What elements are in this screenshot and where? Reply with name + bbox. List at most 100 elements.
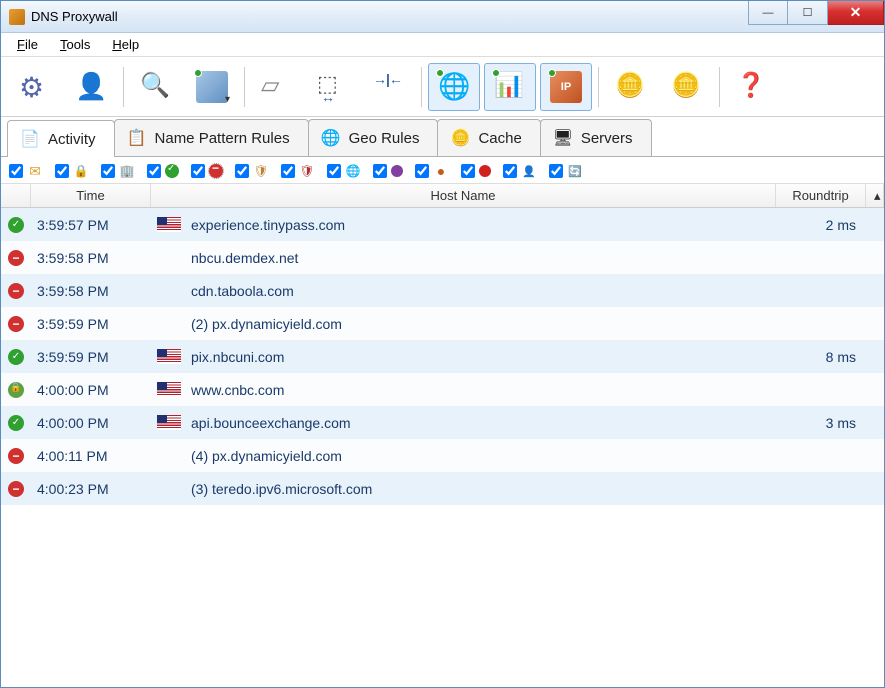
filter-checkbox-1[interactable] bbox=[55, 164, 69, 178]
filter-toggle-4[interactable] bbox=[191, 163, 223, 179]
table-row[interactable]: 4:00:00 PMwww.cnbc.com bbox=[1, 373, 884, 406]
cell-status bbox=[1, 481, 31, 497]
eraser-button[interactable] bbox=[251, 63, 303, 111]
search-icon bbox=[140, 71, 172, 103]
filter-icon-8 bbox=[391, 165, 403, 177]
table-row[interactable]: 3:59:58 PMcdn.taboola.com bbox=[1, 274, 884, 307]
filter-icon-3 bbox=[165, 164, 179, 178]
tab-name-pattern-rules[interactable]: 📋Name Pattern Rules bbox=[114, 119, 309, 156]
window-controls: — ☐ ✕ bbox=[748, 1, 884, 32]
host-name: nbcu.demdex.net bbox=[191, 250, 298, 266]
status-allow-icon bbox=[8, 349, 24, 365]
cell-status bbox=[1, 448, 31, 464]
close-button[interactable]: ✕ bbox=[828, 1, 884, 25]
filter-toggle-8[interactable] bbox=[373, 163, 403, 179]
filter-checkbox-2[interactable] bbox=[101, 164, 115, 178]
monitor-button[interactable] bbox=[186, 63, 238, 111]
cell-status bbox=[1, 217, 31, 233]
filter-toggle-12[interactable] bbox=[549, 163, 583, 179]
filter-checkbox-5[interactable] bbox=[235, 164, 249, 178]
cell-time: 4:00:00 PM bbox=[31, 415, 151, 431]
table-row[interactable]: 4:00:23 PM (3) teredo.ipv6.microsoft.com bbox=[1, 472, 884, 505]
tab-servers[interactable]: 🖥Servers bbox=[540, 119, 652, 156]
col-time[interactable]: Time bbox=[31, 184, 151, 207]
filter-toggle-5[interactable] bbox=[235, 163, 269, 179]
filter-icon-2 bbox=[119, 163, 135, 179]
status-allow-icon bbox=[8, 217, 24, 233]
filter-checkbox-0[interactable] bbox=[9, 164, 23, 178]
filter-checkbox-8[interactable] bbox=[373, 164, 387, 178]
table-row[interactable]: 3:59:58 PMnbcu.demdex.net bbox=[1, 241, 884, 274]
status-allow-icon bbox=[8, 415, 24, 431]
filter-icon-1 bbox=[73, 163, 89, 179]
filter-checkbox-6[interactable] bbox=[281, 164, 295, 178]
search-button[interactable] bbox=[130, 63, 182, 111]
host-name: cdn.taboola.com bbox=[191, 283, 294, 299]
maximize-button[interactable]: ☐ bbox=[788, 1, 828, 25]
filter-checkbox-7[interactable] bbox=[327, 164, 341, 178]
col-status[interactable] bbox=[1, 184, 31, 207]
tab-geo-rules-icon: 🌐 bbox=[321, 128, 341, 148]
cell-roundtrip: 3 ms bbox=[776, 415, 866, 431]
scroll-up-button[interactable]: ▴ bbox=[866, 184, 884, 207]
filter-checkbox-11[interactable] bbox=[503, 164, 517, 178]
minimize-button[interactable]: — bbox=[748, 1, 788, 25]
cell-host: (3) teredo.ipv6.microsoft.com bbox=[151, 481, 776, 497]
filter-checkbox-9[interactable] bbox=[415, 164, 429, 178]
table-row[interactable]: 4:00:11 PM (4) px.dynamicyield.com bbox=[1, 439, 884, 472]
table-row[interactable]: 3:59:59 PMpix.nbcuni.com8 ms bbox=[1, 340, 884, 373]
menu-file[interactable]: File bbox=[7, 34, 48, 55]
filter-toggle-7[interactable] bbox=[327, 163, 361, 179]
ip-button[interactable]: IP bbox=[540, 63, 592, 111]
cell-time: 4:00:23 PM bbox=[31, 481, 151, 497]
filter-toggle-1[interactable] bbox=[55, 163, 89, 179]
host-name: (4) px.dynamicyield.com bbox=[191, 448, 342, 464]
ip-icon: IP bbox=[550, 71, 582, 103]
host-name: (3) teredo.ipv6.microsoft.com bbox=[191, 481, 372, 497]
filter-row bbox=[1, 157, 884, 184]
filter-toggle-10[interactable] bbox=[461, 163, 491, 179]
tab-cache[interactable]: 🪙Cache bbox=[437, 119, 540, 156]
titlebar: DNS Proxywall — ☐ ✕ bbox=[1, 1, 884, 33]
globe-button[interactable] bbox=[428, 63, 480, 111]
filter-toggle-0[interactable] bbox=[9, 163, 43, 179]
tab-servers-icon: 🖥 bbox=[553, 128, 573, 148]
filter-toggle-9[interactable] bbox=[415, 163, 449, 179]
host-name: (2) px.dynamicyield.com bbox=[191, 316, 342, 332]
filter-checkbox-10[interactable] bbox=[461, 164, 475, 178]
tab-geo-rules[interactable]: 🌐Geo Rules bbox=[308, 119, 439, 156]
status-lock-icon bbox=[8, 382, 24, 398]
filter-checkbox-3[interactable] bbox=[147, 164, 161, 178]
user-button[interactable] bbox=[65, 63, 117, 111]
table-row[interactable]: 4:00:00 PMapi.bounceexchange.com3 ms bbox=[1, 406, 884, 439]
col-roundtrip[interactable]: Roundtrip bbox=[776, 184, 866, 207]
active-badge-icon bbox=[548, 69, 556, 77]
printer-width-button[interactable] bbox=[307, 63, 359, 111]
stats-button[interactable] bbox=[484, 63, 536, 111]
cell-host: pix.nbcuni.com bbox=[151, 349, 776, 365]
collapse-button[interactable] bbox=[363, 63, 415, 111]
clean-coins-button[interactable] bbox=[661, 63, 713, 111]
active-badge-icon bbox=[492, 69, 500, 77]
filter-checkbox-4[interactable] bbox=[191, 164, 205, 178]
help-button[interactable] bbox=[726, 63, 778, 111]
flag-us-icon bbox=[157, 382, 181, 397]
cell-host: nbcu.demdex.net bbox=[151, 250, 776, 266]
cache-coins-button[interactable] bbox=[605, 63, 657, 111]
tab-activity[interactable]: 📄Activity bbox=[7, 120, 115, 157]
user-icon bbox=[75, 71, 107, 103]
col-host[interactable]: Host Name bbox=[151, 184, 776, 207]
toolbar: IP bbox=[1, 57, 884, 117]
filter-toggle-11[interactable] bbox=[503, 163, 537, 179]
tab-name-pattern-rules-label: Name Pattern Rules bbox=[155, 130, 290, 147]
filter-toggle-3[interactable] bbox=[147, 163, 179, 179]
table-row[interactable]: 3:59:59 PM (2) px.dynamicyield.com bbox=[1, 307, 884, 340]
menu-tools[interactable]: Tools bbox=[50, 34, 100, 55]
filter-toggle-6[interactable] bbox=[281, 163, 315, 179]
menu-help[interactable]: Help bbox=[102, 34, 149, 55]
table-row[interactable]: 3:59:57 PMexperience.tinypass.com2 ms bbox=[1, 208, 884, 241]
status-block-icon bbox=[8, 316, 24, 332]
filter-toggle-2[interactable] bbox=[101, 163, 135, 179]
settings-button[interactable] bbox=[9, 63, 61, 111]
filter-checkbox-12[interactable] bbox=[549, 164, 563, 178]
